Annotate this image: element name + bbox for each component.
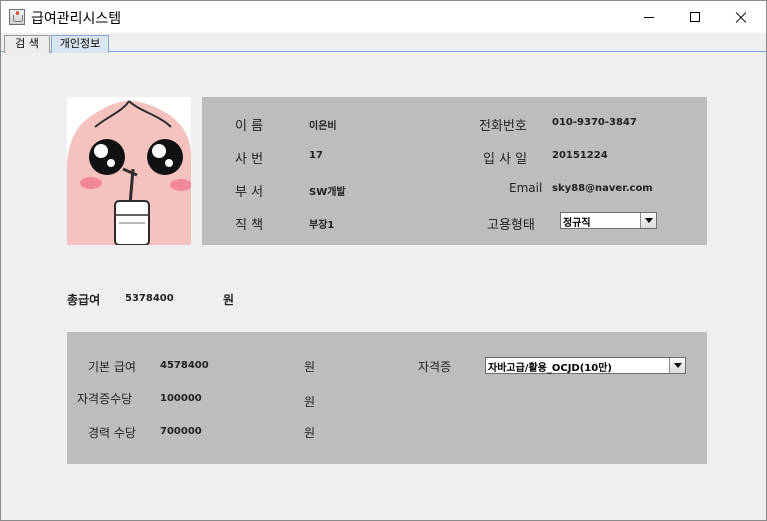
cert-allowance-unit: 원 bbox=[304, 395, 316, 409]
personal-info-panel: 이 름 이은비 사 번 17 부 서 SW개발 직 책 부장1 전화번호 010… bbox=[202, 97, 707, 245]
maximize-button[interactable] bbox=[672, 1, 718, 33]
tab-personal-info[interactable]: 개인정보 bbox=[51, 35, 109, 53]
position-label: 직 책 bbox=[235, 218, 264, 233]
department-value: SW개발 bbox=[309, 187, 346, 198]
tab-strip: 검 색 개인정보 bbox=[1, 33, 766, 53]
hire-date-label: 입 사 일 bbox=[483, 152, 528, 167]
java-app-icon[interactable] bbox=[9, 9, 25, 25]
profile-photo bbox=[67, 97, 191, 245]
employee-id-label: 사 번 bbox=[235, 152, 264, 167]
certificate-value: 자바고급/활용_OCJD(10만) bbox=[488, 363, 612, 374]
maximize-icon bbox=[690, 12, 700, 22]
total-salary-label: 총급여 bbox=[67, 293, 101, 307]
employee-id-value: 17 bbox=[309, 150, 323, 161]
total-salary-value: 5378400 bbox=[125, 293, 174, 304]
base-salary-label: 기본 급여 bbox=[88, 360, 136, 374]
department-label: 부 서 bbox=[235, 185, 264, 200]
cert-allowance-label: 자격증수당 bbox=[77, 392, 133, 406]
base-salary-value: 4578400 bbox=[160, 360, 209, 371]
employment-type-label: 고용형태 bbox=[487, 218, 535, 233]
phone-value: 010-9370-3847 bbox=[552, 117, 637, 128]
minimize-button[interactable] bbox=[626, 1, 672, 33]
close-button[interactable] bbox=[718, 1, 764, 33]
app-window: 급여관리시스템 검 색 개인정보 이 름 이은비 사 번 17 부 서 SW개발… bbox=[0, 0, 767, 521]
title-bar[interactable]: 급여관리시스템 bbox=[1, 1, 766, 33]
tab-content-personal-info: 이 름 이은비 사 번 17 부 서 SW개발 직 책 부장1 전화번호 010… bbox=[1, 53, 766, 520]
salary-detail-panel: 기본 급여 4578400 원 자격증수당 100000 원 경력 수당 700… bbox=[67, 332, 707, 464]
career-allowance-label: 경력 수당 bbox=[88, 426, 136, 440]
base-salary-unit: 원 bbox=[304, 360, 316, 374]
email-value: sky88@naver.com bbox=[552, 183, 653, 194]
email-label: Email bbox=[509, 181, 543, 195]
minimize-icon bbox=[644, 17, 654, 18]
position-value: 부장1 bbox=[309, 220, 335, 231]
tab-search[interactable]: 검 색 bbox=[4, 35, 50, 53]
career-allowance-unit: 원 bbox=[304, 426, 316, 440]
window-title: 급여관리시스템 bbox=[31, 11, 122, 27]
chevron-down-icon[interactable] bbox=[640, 213, 656, 228]
certificate-select[interactable]: 자바고급/활용_OCJD(10만) bbox=[485, 357, 686, 374]
career-allowance-value: 700000 bbox=[160, 426, 202, 437]
certificate-label: 자격증 bbox=[418, 360, 452, 374]
name-label: 이 름 bbox=[235, 119, 264, 134]
phone-label: 전화번호 bbox=[479, 119, 527, 134]
name-value: 이은비 bbox=[309, 121, 337, 132]
peach-character-image bbox=[67, 97, 191, 245]
cert-allowance-value: 100000 bbox=[160, 393, 202, 404]
chevron-down-icon[interactable] bbox=[669, 358, 685, 373]
total-salary-unit: 원 bbox=[223, 293, 235, 307]
employment-type-value: 정규직 bbox=[563, 218, 591, 229]
employment-type-select[interactable]: 정규직 bbox=[560, 212, 657, 229]
hire-date-value: 20151224 bbox=[552, 150, 608, 161]
